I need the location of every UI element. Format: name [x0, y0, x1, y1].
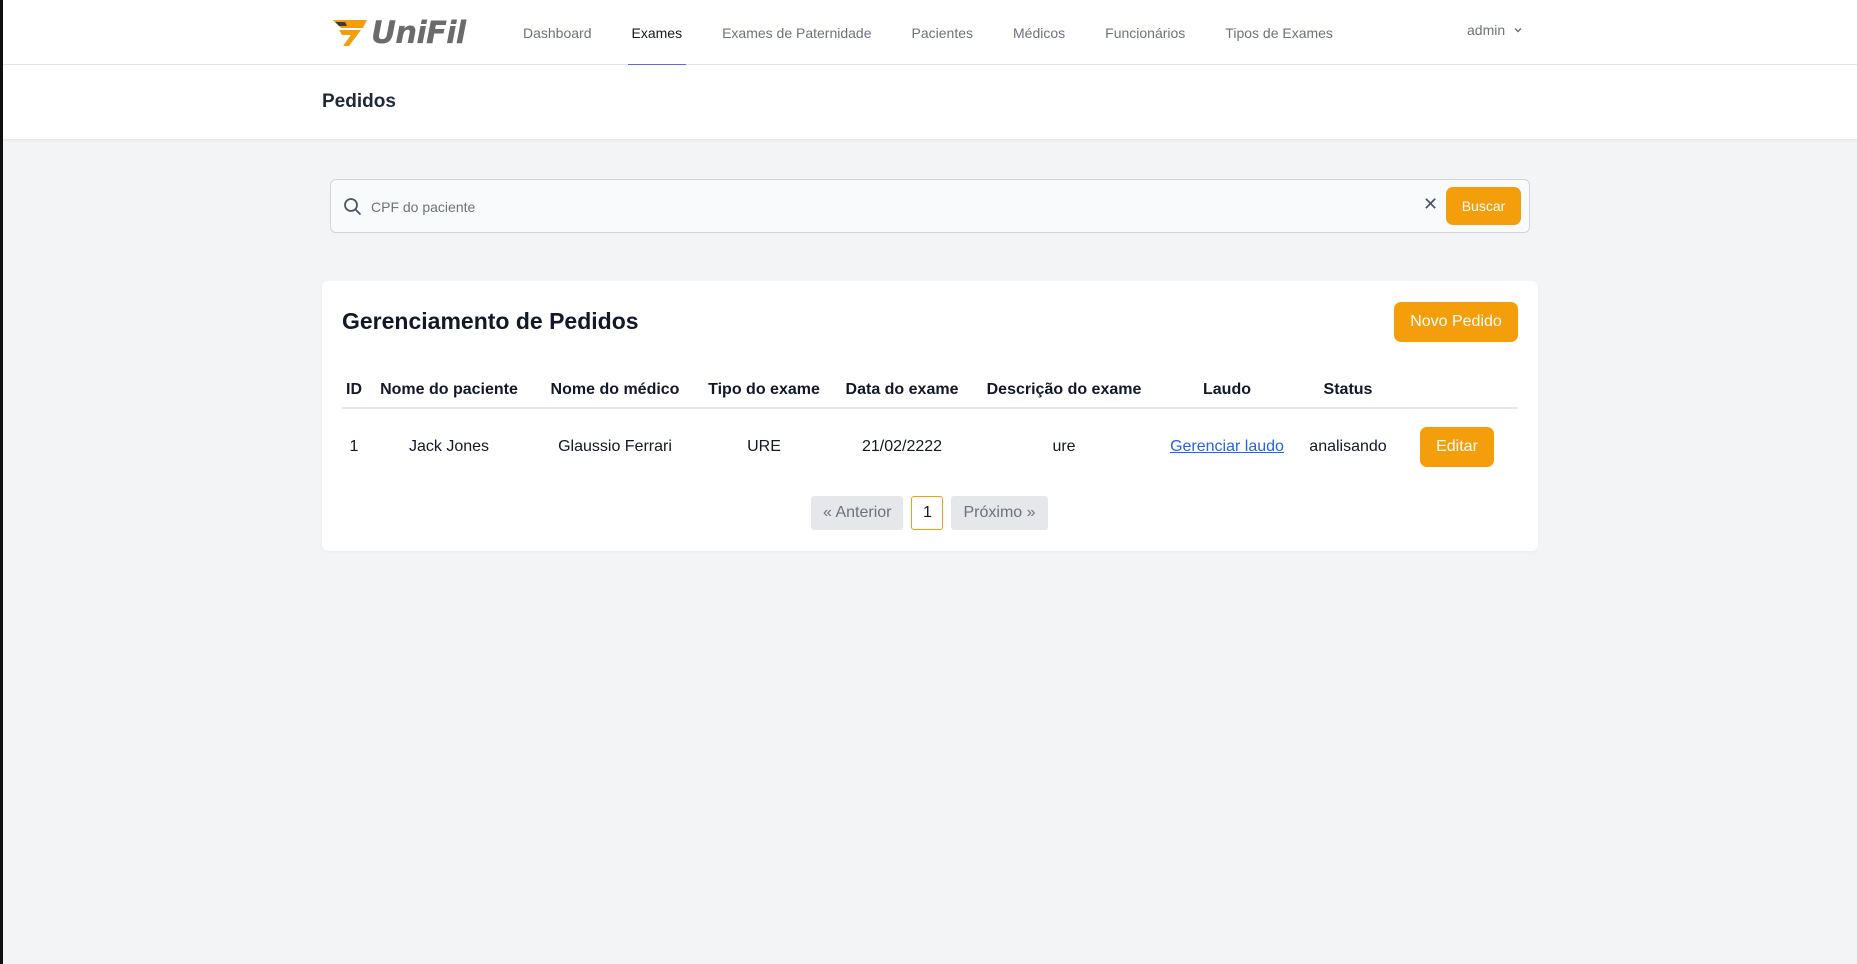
search-button[interactable]: Buscar	[1446, 187, 1521, 225]
column-header-actions	[1396, 381, 1518, 409]
search-icon	[344, 198, 362, 216]
nav-funcionarios[interactable]: Funcionários	[1105, 0, 1185, 65]
cell-actions: Editar	[1396, 408, 1518, 484]
table-row: 1 Jack Jones Glaussio Ferrari URE 21/02/…	[342, 408, 1518, 484]
search-bar: ✕ Buscar	[330, 179, 1530, 233]
cell-status: analisando	[1309, 437, 1387, 455]
user-menu[interactable]: admin	[1467, 22, 1523, 38]
nav-dashboard[interactable]: Dashboard	[523, 0, 592, 65]
chevron-down-icon	[1514, 27, 1522, 33]
clear-icon[interactable]: ✕	[1423, 194, 1438, 215]
column-header: Data do exame	[830, 381, 974, 409]
cell-data: 21/02/2222	[861, 437, 943, 455]
unifil-logo-icon	[333, 20, 367, 46]
top-navigation: UniFil Dashboard Exames Exames de Patern…	[3, 0, 1857, 66]
manage-report-link[interactable]: Gerenciar laudo	[1170, 438, 1284, 455]
window-edge	[0, 0, 3, 964]
page-header: Pedidos	[3, 65, 1857, 139]
column-header: ID	[342, 381, 366, 409]
orders-card: Gerenciamento de Pedidos Novo Pedido ID …	[322, 281, 1538, 551]
page-title: Pedidos	[322, 91, 396, 112]
user-name: admin	[1467, 22, 1506, 38]
cell-medico: Glaussio Ferrari	[558, 437, 672, 455]
cell-tipo: URE	[747, 437, 781, 455]
column-header: Descrição do exame	[974, 381, 1154, 409]
cell-paciente: Jack Jones	[408, 437, 490, 455]
nav-tipos-exames[interactable]: Tipos de Exames	[1225, 0, 1333, 65]
orders-table: ID Nome do paciente Nome do médico Tipo …	[342, 381, 1518, 484]
column-header: Tipo do exame	[698, 381, 830, 409]
next-page-button[interactable]: Próximo »	[951, 496, 1048, 530]
column-header: Nome do médico	[532, 381, 698, 409]
nav-exames-paternidade[interactable]: Exames de Paternidade	[722, 0, 871, 65]
pagination: « Anterior 1 Próximo »	[811, 496, 1056, 530]
current-page[interactable]: 1	[911, 496, 944, 530]
edit-button[interactable]: Editar	[1420, 426, 1494, 467]
column-header: Laudo	[1154, 381, 1300, 409]
logo[interactable]: UniFil	[333, 15, 466, 51]
table-header-row: ID Nome do paciente Nome do médico Tipo …	[342, 381, 1518, 409]
new-order-button[interactable]: Novo Pedido	[1394, 302, 1518, 342]
main-nav: Dashboard Exames Exames de Paternidade P…	[523, 0, 1373, 66]
cell-descricao: ure	[1052, 437, 1076, 455]
column-header: Status	[1300, 381, 1396, 409]
nav-pacientes[interactable]: Pacientes	[912, 0, 973, 65]
previous-page-button[interactable]: « Anterior	[811, 496, 904, 530]
nav-exames[interactable]: Exames	[627, 0, 686, 66]
nav-medicos[interactable]: Médicos	[1013, 0, 1065, 65]
cell-laudo: Gerenciar laudo	[1154, 408, 1300, 484]
card-title: Gerenciamento de Pedidos	[342, 308, 639, 334]
column-header: Nome do paciente	[366, 381, 532, 409]
cpf-search-input[interactable]	[371, 190, 1411, 224]
cell-id: 1	[349, 437, 359, 455]
logo-text: UniFil	[371, 15, 466, 51]
